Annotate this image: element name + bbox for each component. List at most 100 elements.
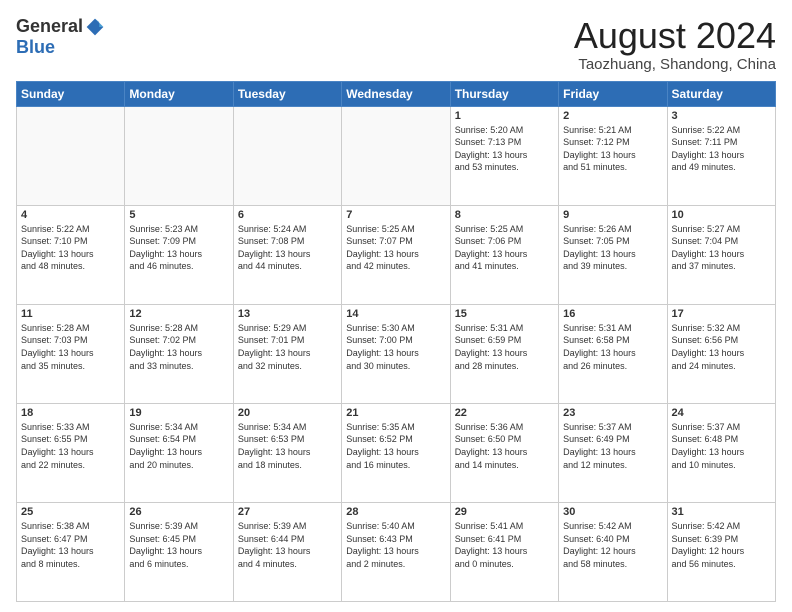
calendar-cell: 4Sunrise: 5:22 AMSunset: 7:10 PMDaylight…: [17, 205, 125, 304]
title-block: August 2024 Taozhuang, Shandong, China: [574, 16, 776, 73]
day-info: Sunrise: 5:37 AMSunset: 6:48 PMDaylight:…: [672, 421, 771, 471]
day-number: 20: [238, 407, 337, 419]
day-info: Sunrise: 5:25 AMSunset: 7:07 PMDaylight:…: [346, 223, 445, 273]
col-thursday: Thursday: [450, 81, 558, 106]
logo: General Blue: [16, 16, 105, 58]
calendar-cell: 20 Sunrise: 5:34 AMSunset: 6:53 PMDayligh…: [233, 403, 341, 502]
logo-blue: Blue: [16, 37, 55, 58]
col-saturday: Saturday: [667, 81, 775, 106]
calendar-cell: 7 Sunrise: 5:25 AMSunset: 7:07 PMDaylight…: [342, 205, 450, 304]
day-number: 22: [455, 407, 554, 419]
calendar-cell: 15 Sunrise: 5:31 AMSunset: 6:59 PMDayligh…: [450, 304, 558, 403]
day-info: Sunrise: 5:34 AMSunset: 6:54 PMDaylight:…: [129, 421, 228, 471]
day-number: 17: [672, 308, 771, 320]
day-number: 7: [346, 209, 445, 221]
calendar-cell: 17 Sunrise: 5:32 AMSunset: 6:56 PMDayligh…: [667, 304, 775, 403]
calendar-cell: 19Sunrise: 5:34 AMSunset: 6:54 PMDayligh…: [125, 403, 233, 502]
day-number: 13: [238, 308, 337, 320]
day-info: Sunrise: 5:22 AMSunset: 7:11 PMDaylight:…: [672, 124, 771, 174]
logo-icon: [85, 17, 105, 37]
calendar-cell: 25 Sunrise: 5:38 AMSunset: 6:47 PMDayligh…: [17, 502, 125, 601]
day-number: 18: [21, 407, 120, 419]
day-info: Sunrise: 5:32 AMSunset: 6:56 PMDaylight:…: [672, 322, 771, 372]
calendar-cell: 16 Sunrise: 5:31 AMSunset: 6:58 PMDayligh…: [559, 304, 667, 403]
calendar-cell: 27Sunrise: 5:39 AMSunset: 6:44 PMDayligh…: [233, 502, 341, 601]
day-number: 1: [455, 110, 554, 122]
day-info: Sunrise: 5:30 AMSunset: 7:00 PMDaylight:…: [346, 322, 445, 372]
day-info: Sunrise: 5:35 AMSunset: 6:52 PMDaylight:…: [346, 421, 445, 471]
col-friday: Friday: [559, 81, 667, 106]
day-info: Sunrise: 5:36 AMSunset: 6:50 PMDaylight:…: [455, 421, 554, 471]
day-info: Sunrise: 5:40 AMSunset: 6:43 PMDaylight:…: [346, 520, 445, 570]
day-number: 27: [238, 506, 337, 518]
calendar-cell: 22 Sunrise: 5:36 AMSunset: 6:50 PMDayligh…: [450, 403, 558, 502]
calendar-week-5: 25 Sunrise: 5:38 AMSunset: 6:47 PMDayligh…: [17, 502, 776, 601]
main-title: August 2024: [574, 16, 776, 56]
day-info: Sunrise: 5:42 AMSunset: 6:40 PMDaylight:…: [563, 520, 662, 570]
calendar-cell: 24 Sunrise: 5:37 AMSunset: 6:48 PMDayligh…: [667, 403, 775, 502]
day-number: 26: [129, 506, 228, 518]
calendar-cell: 29Sunrise: 5:41 AMSunset: 6:41 PMDayligh…: [450, 502, 558, 601]
day-info: Sunrise: 5:42 AMSunset: 6:39 PMDaylight:…: [672, 520, 771, 570]
day-number: 9: [563, 209, 662, 221]
day-number: 5: [129, 209, 228, 221]
calendar-cell: 26 Sunrise: 5:39 AMSunset: 6:45 PMDayligh…: [125, 502, 233, 601]
col-sunday: Sunday: [17, 81, 125, 106]
calendar-cell: [17, 106, 125, 205]
header-row: Sunday Monday Tuesday Wednesday Thursday…: [17, 81, 776, 106]
calendar-cell: [233, 106, 341, 205]
day-info: Sunrise: 5:27 AMSunset: 7:04 PMDaylight:…: [672, 223, 771, 273]
calendar-cell: 8 Sunrise: 5:25 AMSunset: 7:06 PMDaylight…: [450, 205, 558, 304]
calendar-cell: 30 Sunrise: 5:42 AMSunset: 6:40 PMDayligh…: [559, 502, 667, 601]
calendar-cell: 2Sunrise: 5:21 AMSunset: 7:12 PMDaylight…: [559, 106, 667, 205]
day-info: Sunrise: 5:23 AMSunset: 7:09 PMDaylight:…: [129, 223, 228, 273]
calendar-cell: 23Sunrise: 5:37 AMSunset: 6:49 PMDayligh…: [559, 403, 667, 502]
day-number: 30: [563, 506, 662, 518]
calendar-cell: 9 Sunrise: 5:26 AMSunset: 7:05 PMDaylight…: [559, 205, 667, 304]
logo-text: General: [16, 16, 105, 37]
day-info: Sunrise: 5:31 AMSunset: 6:58 PMDaylight:…: [563, 322, 662, 372]
calendar-cell: 18 Sunrise: 5:33 AMSunset: 6:55 PMDayligh…: [17, 403, 125, 502]
day-info: Sunrise: 5:28 AMSunset: 7:03 PMDaylight:…: [21, 322, 120, 372]
day-info: Sunrise: 5:39 AMSunset: 6:45 PMDaylight:…: [129, 520, 228, 570]
day-number: 31: [672, 506, 771, 518]
col-wednesday: Wednesday: [342, 81, 450, 106]
day-number: 2: [563, 110, 662, 122]
day-number: 10: [672, 209, 771, 221]
calendar-cell: [342, 106, 450, 205]
day-info: Sunrise: 5:37 AMSunset: 6:49 PMDaylight:…: [563, 421, 662, 471]
calendar-cell: 3 Sunrise: 5:22 AMSunset: 7:11 PMDaylight…: [667, 106, 775, 205]
calendar-cell: [125, 106, 233, 205]
calendar-cell: 10 Sunrise: 5:27 AMSunset: 7:04 PMDayligh…: [667, 205, 775, 304]
day-number: 24: [672, 407, 771, 419]
day-number: 15: [455, 308, 554, 320]
calendar-week-1: 1 Sunrise: 5:20 AMSunset: 7:13 PMDaylight…: [17, 106, 776, 205]
day-number: 16: [563, 308, 662, 320]
day-info: Sunrise: 5:24 AMSunset: 7:08 PMDaylight:…: [238, 223, 337, 273]
calendar-cell: 13Sunrise: 5:29 AMSunset: 7:01 PMDayligh…: [233, 304, 341, 403]
day-info: Sunrise: 5:38 AMSunset: 6:47 PMDaylight:…: [21, 520, 120, 570]
day-info: Sunrise: 5:31 AMSunset: 6:59 PMDaylight:…: [455, 322, 554, 372]
page: General Blue August 2024 Taozhuang, Shan…: [0, 0, 792, 612]
day-info: Sunrise: 5:28 AMSunset: 7:02 PMDaylight:…: [129, 322, 228, 372]
calendar-cell: 21Sunrise: 5:35 AMSunset: 6:52 PMDayligh…: [342, 403, 450, 502]
calendar-cell: 5 Sunrise: 5:23 AMSunset: 7:09 PMDaylight…: [125, 205, 233, 304]
calendar-cell: 6 Sunrise: 5:24 AMSunset: 7:08 PMDaylight…: [233, 205, 341, 304]
calendar-cell: 14Sunrise: 5:30 AMSunset: 7:00 PMDayligh…: [342, 304, 450, 403]
day-info: Sunrise: 5:34 AMSunset: 6:53 PMDaylight:…: [238, 421, 337, 471]
day-number: 8: [455, 209, 554, 221]
day-info: Sunrise: 5:25 AMSunset: 7:06 PMDaylight:…: [455, 223, 554, 273]
day-number: 3: [672, 110, 771, 122]
calendar-cell: 11Sunrise: 5:28 AMSunset: 7:03 PMDayligh…: [17, 304, 125, 403]
day-number: 12: [129, 308, 228, 320]
day-number: 25: [21, 506, 120, 518]
col-monday: Monday: [125, 81, 233, 106]
day-number: 6: [238, 209, 337, 221]
day-info: Sunrise: 5:20 AMSunset: 7:13 PMDaylight:…: [455, 124, 554, 174]
day-info: Sunrise: 5:26 AMSunset: 7:05 PMDaylight:…: [563, 223, 662, 273]
calendar-cell: 1 Sunrise: 5:20 AMSunset: 7:13 PMDaylight…: [450, 106, 558, 205]
day-info: Sunrise: 5:33 AMSunset: 6:55 PMDaylight:…: [21, 421, 120, 471]
calendar-week-4: 18 Sunrise: 5:33 AMSunset: 6:55 PMDayligh…: [17, 403, 776, 502]
day-number: 4: [21, 209, 120, 221]
col-tuesday: Tuesday: [233, 81, 341, 106]
